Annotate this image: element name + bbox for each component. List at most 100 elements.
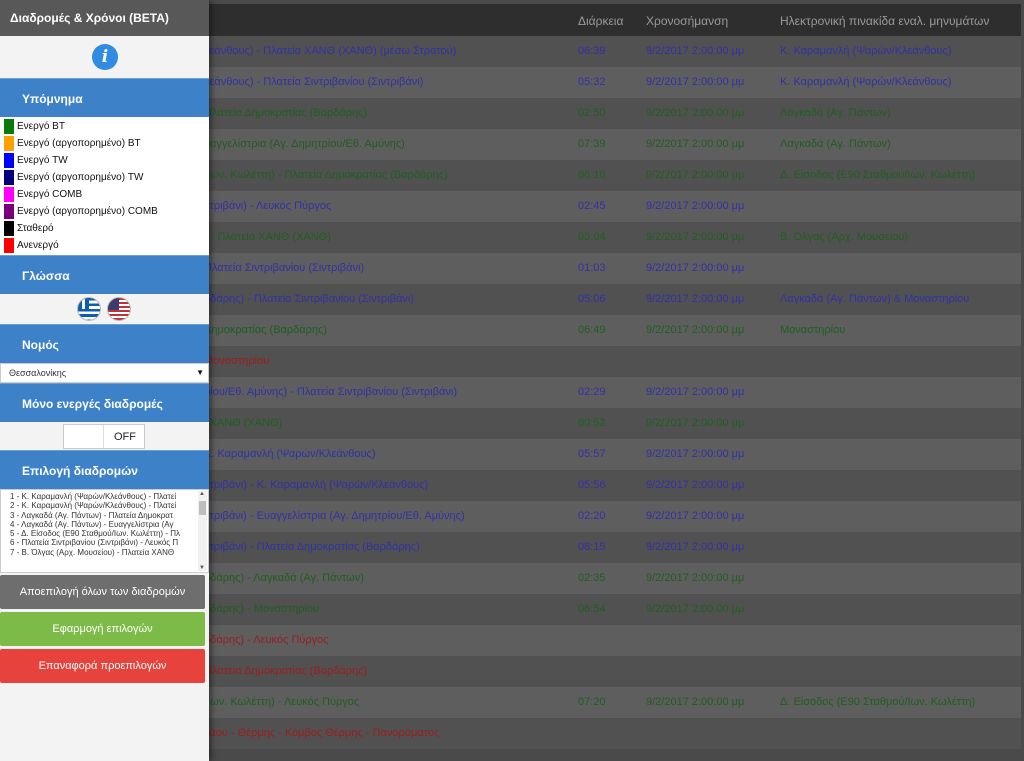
apply-button[interactable]: Εφαρμογή επιλογών: [0, 612, 205, 646]
prefecture-heading: Νομός: [0, 324, 209, 363]
duration-cell: 03:04: [578, 231, 606, 243]
duration-cell: 01:03: [578, 262, 606, 274]
route-cell: ντριβάνι) - Ευαγγελίστρια (Αγ. Δημητρίου…: [204, 510, 465, 522]
timestamp-column-header: Χρονοσήμανση: [646, 14, 729, 28]
info-icon[interactable]: i: [92, 44, 118, 70]
duration-cell: 05:56: [578, 479, 606, 491]
us-flag-icon[interactable]: [107, 297, 131, 321]
duration-cell: 02:20: [578, 510, 606, 522]
timestamp-cell: 9/2/2017 2:00:00 μμ: [646, 417, 745, 429]
legend-label: Ενεργό (αργοπορημένο) BT: [17, 138, 141, 149]
prefecture-select[interactable]: Θεσσαλονίκης ▼: [0, 363, 209, 383]
duration-column-header: Διάρκεια: [578, 14, 624, 28]
legend-item: Ενεργό (αργοπορημένο) TW: [0, 169, 209, 186]
route-multiselect[interactable]: 1 - Κ. Καραμανλή (Ψαρών/Κλεάνθους) - Πλα…: [0, 489, 209, 573]
legend-label: Ενεργό (αργοπορημένο) TW: [17, 172, 144, 183]
legend-swatch: [4, 170, 14, 185]
timestamp-cell: 9/2/2017 2:00:00 μμ: [646, 138, 745, 150]
route-option[interactable]: 4 - Λαγκαδά (Αγ. Πάντων) - Ευαγγελίστρια…: [10, 520, 195, 529]
timestamp-cell: 9/2/2017 2:00:00 μμ: [646, 169, 745, 181]
toggle-label: OFF: [114, 431, 136, 443]
duration-cell: 02:29: [578, 386, 606, 398]
route-cell: Πλατεία Δημοκρατίας (Βαρδάρης): [204, 665, 368, 677]
sidebar-title: Διαδρομές & Χρόνοι (BETA): [0, 0, 209, 36]
legend-item: Ενεργό (αργοπορημένο) BT: [0, 135, 209, 152]
timestamp-cell: 9/2/2017 2:00:00 μμ: [646, 603, 745, 615]
route-cell: ντριβάνι) - Λευκός Πύργος: [204, 200, 332, 212]
route-cell: ντριβάνι) - Κ. Καραμανλή (Ψαρών/Κλεάνθου…: [204, 479, 429, 491]
route-cell: ρδάρης) - Πλατεία Σιντριβανίου (Σιντριβά…: [204, 293, 414, 305]
scroll-down-icon[interactable]: ▼: [199, 565, 205, 571]
sign-cell: Μοναστηρίου: [780, 324, 846, 336]
duration-cell: 07:20: [578, 696, 606, 708]
legend-item: Ενεργό TW: [0, 152, 209, 169]
duration-cell: 02:50: [578, 107, 606, 119]
route-cell: ρδάρης) - Λαγκαδά (Αγ. Πάντων): [204, 572, 364, 584]
legend-swatch: [4, 136, 14, 151]
route-option[interactable]: 6 - Πλατεία Σιντριβανίου (Σιντριβάνι) - …: [10, 538, 195, 547]
legend-label: Ενεργό BT: [17, 121, 65, 132]
duration-cell: 05:57: [578, 448, 606, 460]
info-section: i: [0, 36, 209, 78]
sign-column-header: Ηλεκτρονική πινακίδα εναλ. μηνυμάτων: [780, 14, 990, 28]
legend-label: Ενεργό COMB: [17, 189, 83, 200]
duration-cell: 05:32: [578, 76, 606, 88]
route-option[interactable]: 1 - Κ. Καραμανλή (Ψαρών/Κλεάνθους) - Πλα…: [10, 492, 195, 501]
prefecture-selected-value: Θεσσαλονίκης: [9, 368, 67, 378]
route-cell: λεάνθους) - Πλατεία ΧΑΝΘ (ΧΑΝΘ) (μέσω Στ…: [204, 45, 457, 57]
legend-label: Ενεργό TW: [17, 155, 68, 166]
active-only-toggle[interactable]: OFF: [63, 424, 145, 449]
duration-cell: 02:35: [578, 572, 606, 584]
timestamp-cell: 9/2/2017 2:00:00 μμ: [646, 448, 745, 460]
legend-label: Σταθερό: [17, 223, 54, 234]
legend-heading: Υπόμνημα: [0, 78, 209, 117]
legend-item: Ενεργό COMB: [0, 186, 209, 203]
deselect-all-button[interactable]: Αποεπιλογή όλων των διαδρομών: [0, 575, 205, 609]
timestamp-cell: 9/2/2017 2:00:00 μμ: [646, 262, 745, 274]
timestamp-cell: 9/2/2017 2:00:00 μμ: [646, 541, 745, 553]
timestamp-cell: 9/2/2017 2:00:00 μμ: [646, 293, 745, 305]
route-cell: ρίου/Εθ. Αμύνης) - Πλατεία Σιντριβανίου …: [204, 386, 457, 398]
toggle-knob: [64, 425, 104, 448]
legend-swatch: [4, 119, 14, 134]
duration-cell: 06:54: [578, 603, 606, 615]
timestamp-cell: 9/2/2017 2:00:00 μμ: [646, 696, 745, 708]
legend-swatch: [4, 204, 14, 219]
duration-cell: 08:15: [578, 541, 606, 553]
duration-cell: 06:18: [578, 169, 606, 181]
scroll-up-icon[interactable]: ▲: [199, 491, 205, 497]
greek-flag-icon[interactable]: [77, 297, 101, 321]
route-select-heading: Επιλογή διαδρομών: [0, 450, 209, 489]
timestamp-cell: 9/2/2017 2:00:00 μμ: [646, 231, 745, 243]
route-option[interactable]: 5 - Δ. Είσοδος (Ε90 Σταθμού/Ιων. Κωλέττη…: [10, 529, 195, 538]
sign-cell: Κ. Καραμανλή (Ψαρών/Κλεάνθους): [780, 76, 952, 88]
timestamp-cell: 9/2/2017 2:00:00 μμ: [646, 107, 745, 119]
duration-cell: 02:45: [578, 200, 606, 212]
legend-label: Ανενεργό: [17, 240, 59, 251]
duration-cell: 07:39: [578, 138, 606, 150]
reset-defaults-button[interactable]: Επαναφορά προεπιλογών: [0, 649, 205, 683]
legend-swatch: [4, 221, 14, 236]
legend-swatch: [4, 153, 14, 168]
route-cell: Πλατεία Σιντριβανίου (Σιντριβάνι): [204, 262, 365, 274]
route-cell: Μοναστηρίου: [204, 355, 270, 367]
duration-cell: 00:52: [578, 417, 606, 429]
route-list-scrollbar[interactable]: ▲ ▼: [198, 491, 207, 571]
route-cell: ι ΧΑΝΘ (ΧΑΝΘ): [204, 417, 283, 429]
sign-cell: Λαγκαδά (Αγ. Πάντων) & Μοναστηρίου: [780, 293, 970, 305]
timestamp-cell: 9/2/2017 2:00:00 μμ: [646, 200, 745, 212]
legend-swatch: [4, 187, 14, 202]
route-cell: /Ιων. Κωλέττη) - Λευκός Πύργος: [204, 696, 360, 708]
sign-cell: Δ. Είσοδος (Ε90 Σταθμού/Ιων. Κωλέττη): [780, 169, 976, 181]
scrollbar-thumb[interactable]: [199, 501, 206, 515]
route-cell: ) - Πλατεία ΧΑΝΘ (ΧΑΝΘ): [204, 231, 331, 243]
legend-swatch: [4, 238, 14, 253]
timestamp-cell: 9/2/2017 2:00:00 μμ: [646, 324, 745, 336]
route-option[interactable]: 2 - Κ. Καραμανλή (Ψαρών/Κλεάνθους) - Πλα…: [10, 501, 195, 510]
duration-cell: 06:39: [578, 45, 606, 57]
timestamp-cell: 9/2/2017 2:00:00 μμ: [646, 76, 745, 88]
legend-label: Ενεργό (αργοπορημένο) COMB: [17, 206, 158, 217]
legend-item: Ενεργό BT: [0, 118, 209, 135]
route-option[interactable]: 7 - Β. Όλγας (Αρχ. Μουσείου) - Πλατεία Χ…: [10, 548, 195, 557]
route-option[interactable]: 3 - Λαγκαδά (Αγ. Πάντων) - Πλατεία Δημοκ…: [10, 511, 195, 520]
